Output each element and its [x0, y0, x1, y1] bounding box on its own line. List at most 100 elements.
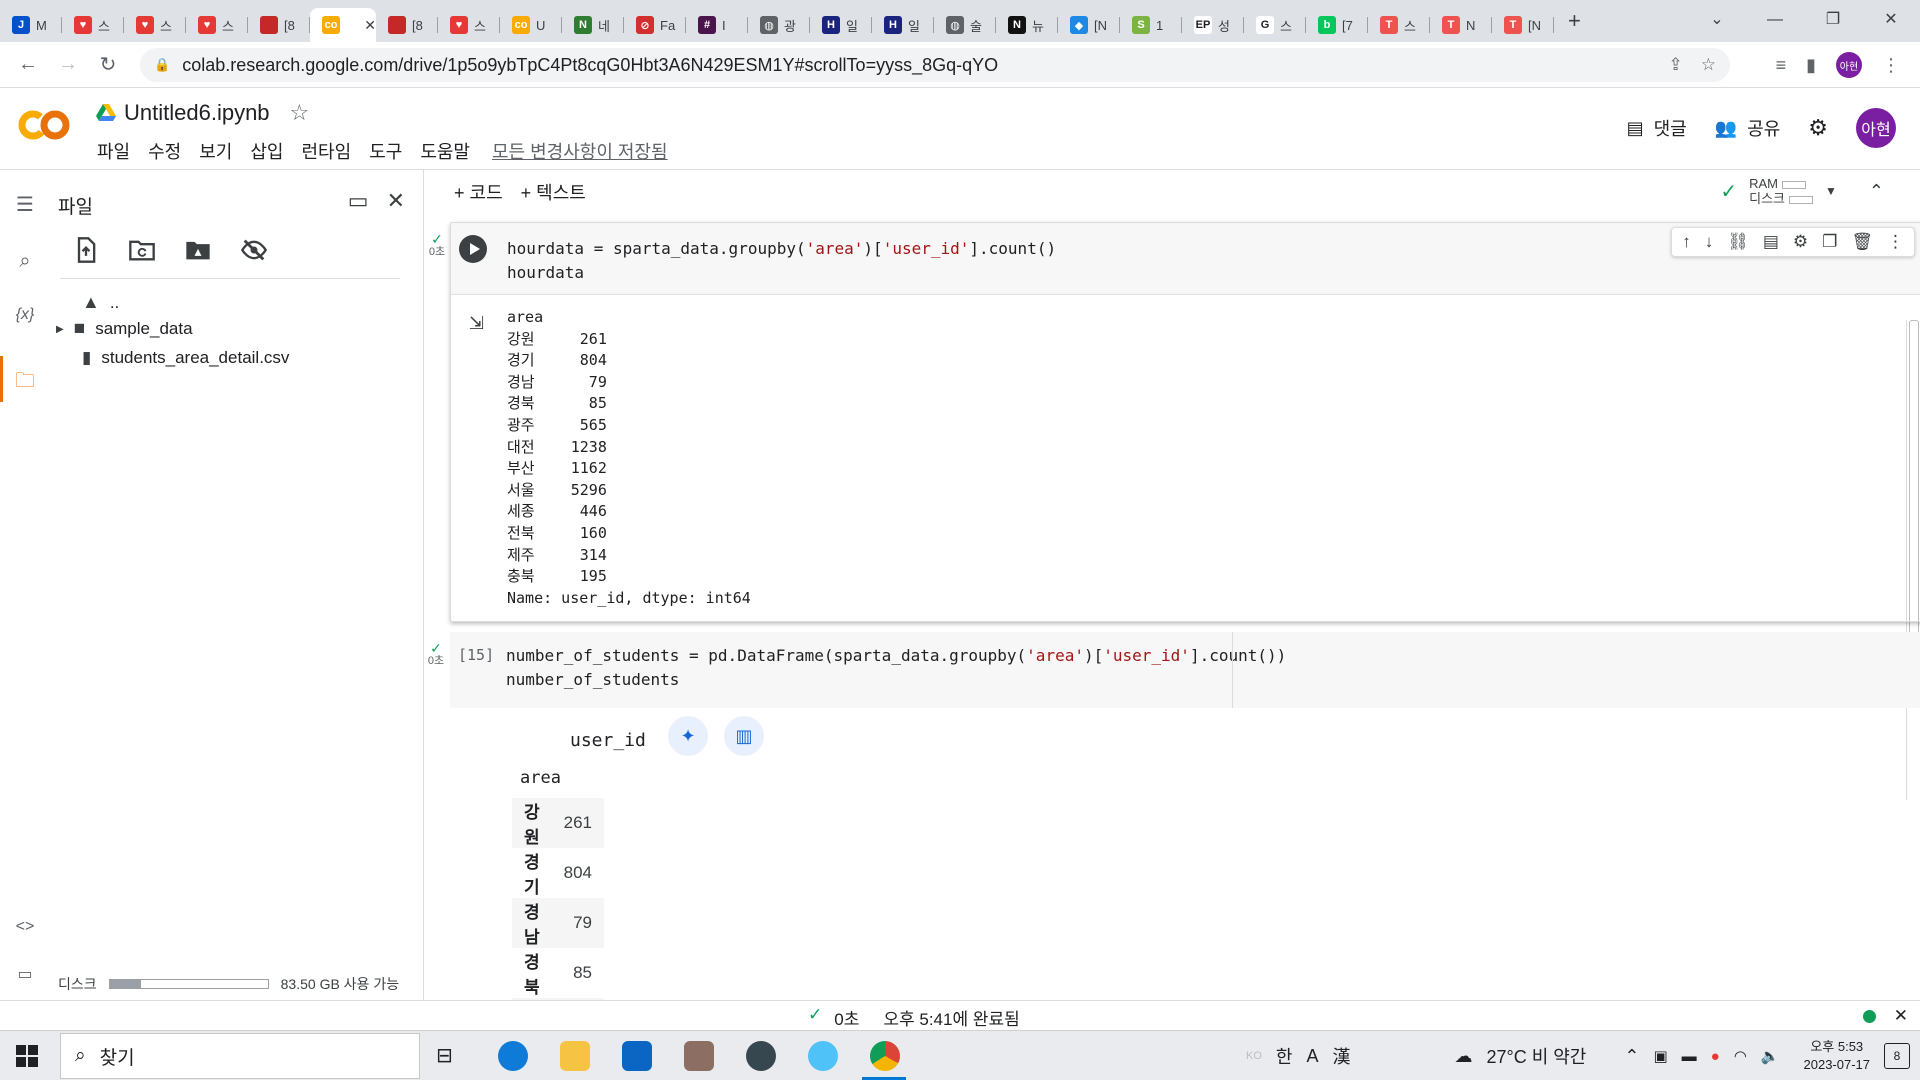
close-window-button[interactable]: ✕	[1862, 0, 1920, 42]
delete-icon[interactable]: 🗑	[1851, 232, 1873, 252]
reading-list-icon[interactable]: ≡	[1776, 55, 1787, 76]
browser-tab[interactable]: [8	[248, 8, 310, 42]
browser-tab[interactable]: TN	[1430, 8, 1492, 42]
browser-tab[interactable]: N뉴	[996, 8, 1058, 42]
magic-wand-icon[interactable]: ✦	[668, 716, 708, 756]
collapse-header-icon[interactable]: ⌃	[1869, 181, 1884, 202]
browser-tab[interactable]: T스	[1368, 8, 1430, 42]
saved-status[interactable]: 모든 변경사항이 저장됨	[483, 138, 677, 164]
browser-tab[interactable]: H일	[872, 8, 934, 42]
parent-directory-row[interactable]: ▲ ..	[82, 292, 119, 313]
variables-icon[interactable]: {x}	[12, 306, 38, 332]
settings-gear-icon[interactable]: ⚙	[1808, 115, 1828, 141]
colab-logo[interactable]	[18, 106, 70, 144]
browser-tab[interactable]: ◆ [N	[1058, 8, 1120, 42]
share-page-icon[interactable]: ⇪	[1669, 55, 1683, 75]
mount-drive-icon[interactable]	[184, 236, 212, 264]
battery-icon[interactable]: ▬	[1682, 1048, 1697, 1065]
ime-language[interactable]: KO	[1246, 1050, 1262, 1062]
share-button[interactable]: 👥 공유	[1715, 115, 1781, 141]
globe-app-icon[interactable]	[746, 1041, 776, 1071]
browser-tab[interactable]: ♥ 스	[62, 8, 124, 42]
folder-row-sample-data[interactable]: ▶ ■ sample_data	[56, 318, 193, 340]
tab-search-icon[interactable]: ⌄	[1688, 0, 1746, 42]
menu-help[interactable]: 도움말	[411, 138, 479, 164]
code-cell-2[interactable]: ✓ 0초 [15] number_of_students = pd.DataFr…	[428, 632, 1920, 708]
move-up-icon[interactable]: ↑	[1682, 232, 1691, 252]
browser-tab[interactable]: ♥ 스	[438, 8, 500, 42]
user-avatar[interactable]: 아현	[1856, 108, 1896, 148]
browser-tab[interactable]: S1	[1120, 8, 1182, 42]
notification-center-icon[interactable]: 8	[1884, 1043, 1910, 1069]
box-app-icon[interactable]	[684, 1041, 714, 1071]
upload-file-icon[interactable]	[72, 236, 100, 264]
menu-tools[interactable]: 도구	[360, 138, 411, 164]
output-icon[interactable]: ⇲	[469, 313, 484, 334]
profile-avatar[interactable]: 아현	[1836, 52, 1862, 78]
cell-1-code[interactable]: hourdata = sparta_data.groupby('area')['…	[507, 237, 1056, 285]
cell-settings-icon[interactable]: ⚙	[1793, 232, 1808, 252]
cell-2-code[interactable]: number_of_students = pd.DataFrame(sparta…	[506, 644, 1286, 692]
close-tab-icon[interactable]: ✕	[364, 17, 376, 34]
table-of-contents-icon[interactable]: ☰	[12, 192, 38, 218]
tray-app-icon[interactable]: ▣	[1653, 1047, 1667, 1065]
files-folder-icon[interactable]: 🗀	[12, 366, 38, 392]
open-in-tab-icon[interactable]: ▭	[348, 188, 369, 214]
browser-tab[interactable]: b [7	[1306, 8, 1368, 42]
ime-alpha[interactable]: A	[1306, 1046, 1318, 1067]
browser-tab[interactable]: ⊘ Fa	[624, 8, 686, 42]
back-button[interactable]: ←	[8, 53, 48, 76]
ime-hanja[interactable]: 漢	[1332, 1043, 1350, 1069]
taskbar-clock[interactable]: 오후 5:53 2023-07-17	[1804, 1038, 1871, 1074]
taskbar-search[interactable]: ⌕ 찾기	[60, 1033, 420, 1079]
wifi-icon[interactable]: ◠	[1734, 1047, 1747, 1065]
close-panel-icon[interactable]: ✕	[387, 188, 405, 214]
restore-button[interactable]: ❐	[1804, 0, 1862, 42]
browser-tab[interactable]: G스	[1244, 8, 1306, 42]
execution-status[interactable]: ✓ 0초 오후 5:41에 완료됨	[808, 1005, 1020, 1030]
minimize-button[interactable]: —	[1746, 0, 1804, 42]
browser-tab[interactable]: ♥ 스	[186, 8, 248, 42]
notebook-title[interactable]: Untitled6.ipynb	[124, 100, 270, 126]
add-code-button[interactable]: + 코드	[446, 179, 511, 205]
menu-insert[interactable]: 삽입	[241, 138, 292, 164]
store-icon[interactable]	[622, 1041, 652, 1071]
new-tab-button[interactable]: +	[1568, 8, 1581, 34]
browser-tab[interactable]: co ✕	[310, 8, 376, 42]
browser-tab[interactable]: ♥ 스	[124, 8, 186, 42]
bookmark-star-icon[interactable]: ☆	[1701, 55, 1716, 75]
star-icon[interactable]: ☆	[290, 100, 310, 126]
menu-file[interactable]: 파일	[88, 138, 139, 164]
runtime-status[interactable]: ✓ RAM 디스크 ▼ ⌃	[1720, 176, 1884, 206]
chrome-icon[interactable]	[870, 1041, 900, 1071]
menu-view[interactable]: 보기	[190, 138, 241, 164]
edge-icon[interactable]	[498, 1041, 528, 1071]
file-row-students-area-detail[interactable]: ▮ students_area_detail.csv	[82, 348, 289, 368]
tray-status-icon[interactable]: ●	[1711, 1048, 1720, 1065]
code-snippets-icon[interactable]: <>	[12, 918, 38, 944]
browser-tab[interactable]: T [N	[1492, 8, 1554, 42]
reload-button[interactable]: ↻	[88, 52, 128, 77]
expand-arrow-icon[interactable]: ▶	[56, 324, 64, 335]
tray-chevron-icon[interactable]: ⌃	[1624, 1046, 1639, 1067]
browser-tab[interactable]: # I	[686, 8, 748, 42]
hide-files-icon[interactable]	[240, 236, 268, 264]
weather-text[interactable]: 27°C 비 약간	[1486, 1043, 1586, 1069]
more-icon[interactable]: ⋮	[1887, 232, 1904, 252]
chart-icon[interactable]: ▥	[724, 716, 764, 756]
side-panel-icon[interactable]: ▮	[1806, 55, 1816, 76]
address-bar[interactable]: 🔒 colab.research.google.com/drive/1p5o9y…	[140, 48, 1730, 82]
browser-tab[interactable]: JM	[0, 8, 62, 42]
browser-tab[interactable]: [8	[376, 8, 438, 42]
link-icon[interactable]: ⛓	[1727, 232, 1749, 252]
browser-tab[interactable]: H일	[810, 8, 872, 42]
search-icon[interactable]: ⌕	[12, 250, 38, 276]
volume-icon[interactable]: 🔈	[1761, 1047, 1780, 1065]
file-explorer-icon[interactable]	[560, 1041, 590, 1071]
add-text-button[interactable]: + 텍스트	[513, 179, 594, 205]
close-status-icon[interactable]: ✕	[1894, 1006, 1908, 1026]
terminal-icon[interactable]: ▭	[12, 964, 38, 990]
weather-icon[interactable]: ☁	[1454, 1046, 1472, 1067]
browser-tab[interactable]: N네	[562, 8, 624, 42]
browser-tab[interactable]: co U	[500, 8, 562, 42]
